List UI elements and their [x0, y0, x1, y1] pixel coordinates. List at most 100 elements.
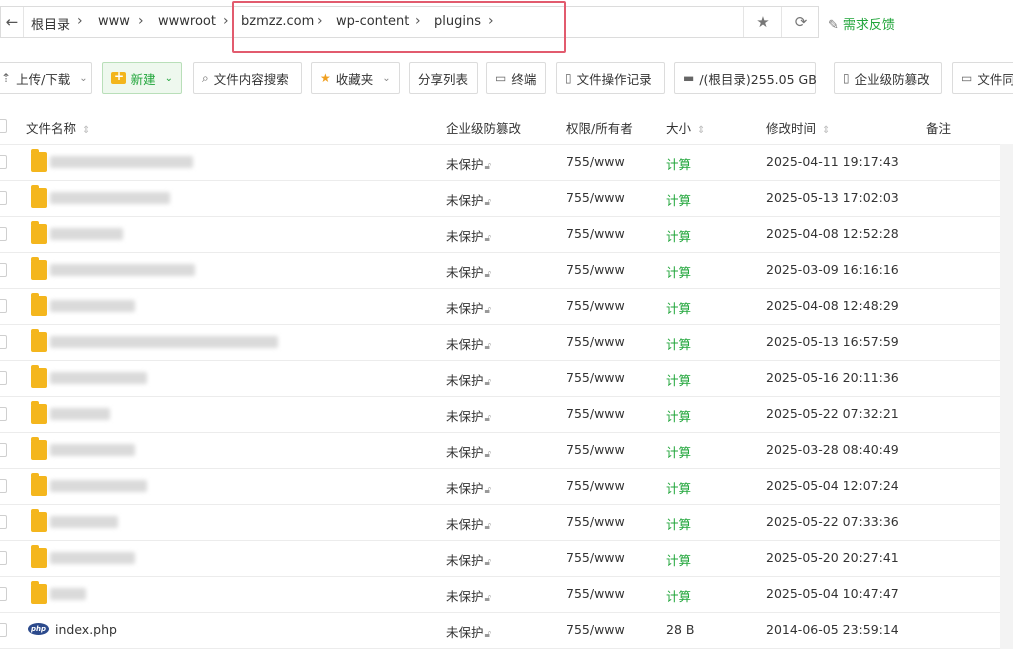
content-search-button[interactable]: ⌕ 文件内容搜索	[193, 62, 302, 94]
row-checkbox[interactable]	[0, 479, 7, 493]
row-checkbox[interactable]	[0, 407, 7, 421]
permission-owner[interactable]: 755/www	[566, 334, 625, 349]
protect-status[interactable]: 未保护🔓︎	[446, 190, 491, 209]
permission-owner[interactable]: 755/www	[566, 586, 625, 601]
permission-owner[interactable]: 755/www	[566, 550, 625, 565]
file-sync-button[interactable]: ▭ 文件同	[952, 62, 1013, 94]
permission-owner[interactable]: 755/www	[566, 262, 625, 277]
protect-status[interactable]: 未保护🔓︎	[446, 442, 491, 461]
file-name-redacted[interactable]	[50, 372, 147, 384]
table-row[interactable]: 未保护🔓︎ 755/www 计算 2025-03-28 08:40:49	[0, 432, 1013, 469]
protect-status[interactable]: 未保护🔓︎	[446, 334, 491, 353]
permission-owner[interactable]: 755/www	[566, 406, 625, 421]
row-checkbox[interactable]	[0, 443, 7, 457]
file-name-redacted[interactable]	[50, 588, 86, 600]
file-name-redacted[interactable]	[50, 444, 135, 456]
protect-status[interactable]: 未保护🔓︎	[446, 262, 491, 281]
calculate-size-link[interactable]: 计算	[666, 334, 691, 353]
table-row[interactable]: 未保护🔓︎ 755/www 计算 2025-05-20 20:27:41	[0, 540, 1013, 577]
permission-owner[interactable]: 755/www	[566, 190, 625, 205]
file-name-redacted[interactable]	[50, 408, 110, 420]
file-name-redacted[interactable]	[50, 336, 278, 348]
table-row[interactable]: 未保护🔓︎ 755/www 计算 2025-04-08 12:48:29	[0, 288, 1013, 325]
calculate-size-link[interactable]: 计算	[666, 190, 691, 209]
breadcrumb-item-root[interactable]: 根目录	[31, 14, 70, 33]
scrollbar[interactable]	[1000, 144, 1013, 649]
calculate-size-link[interactable]: 计算	[666, 262, 691, 281]
permission-owner[interactable]: 755/www	[566, 154, 625, 169]
permission-owner[interactable]: 755/www	[566, 298, 625, 313]
row-checkbox[interactable]	[0, 623, 7, 637]
calculate-size-link[interactable]: 计算	[666, 478, 691, 497]
protect-status[interactable]: 未保护🔓︎	[446, 370, 491, 389]
row-checkbox[interactable]	[0, 551, 7, 565]
row-checkbox[interactable]	[0, 335, 7, 349]
row-checkbox[interactable]	[0, 587, 7, 601]
breadcrumb-item-wwwroot[interactable]: wwwroot	[158, 14, 216, 29]
permission-owner[interactable]: 755/www	[566, 226, 625, 241]
permission-owner[interactable]: 755/www	[566, 370, 625, 385]
calculate-size-link[interactable]: 计算	[666, 442, 691, 461]
calculate-size-link[interactable]: 计算	[666, 586, 691, 605]
file-name-redacted[interactable]	[50, 228, 123, 240]
tamper-protect-button[interactable]: ▯ 企业级防篡改	[834, 62, 942, 94]
calculate-size-link[interactable]: 计算	[666, 514, 691, 533]
file-name-redacted[interactable]	[50, 156, 193, 168]
file-name-redacted[interactable]	[50, 300, 135, 312]
table-row[interactable]: 未保护🔓︎ 755/www 计算 2025-04-08 12:52:28	[0, 216, 1013, 253]
file-name-redacted[interactable]	[50, 516, 118, 528]
table-row[interactable]: 未保护🔓︎ 755/www 计算 2025-05-22 07:33:36	[0, 504, 1013, 541]
arrow-left-icon[interactable]: ←	[1, 7, 24, 37]
permission-owner[interactable]: 755/www	[566, 514, 625, 529]
table-row[interactable]: php index.php 未保护🔓︎ 755/www 28 B 2014-06-05 2…	[0, 612, 1013, 649]
calculate-size-link[interactable]: 计算	[666, 298, 691, 317]
table-row[interactable]: 未保护🔓︎ 755/www 计算 2025-05-22 07:32:21	[0, 396, 1013, 433]
operation-log-button[interactable]: ▯ 文件操作记录	[556, 62, 665, 94]
protect-status[interactable]: 未保护🔓︎	[446, 514, 491, 533]
table-row[interactable]: 未保护🔓︎ 755/www 计算 2025-05-04 12:07:24	[0, 468, 1013, 505]
feedback-link[interactable]: ✎ 需求反馈	[828, 14, 895, 33]
table-row[interactable]: 未保护🔓︎ 755/www 计算 2025-05-04 10:47:47	[0, 576, 1013, 613]
calculate-size-link[interactable]: 计算	[666, 154, 691, 173]
file-name-redacted[interactable]	[50, 264, 195, 276]
row-checkbox[interactable]	[0, 191, 7, 205]
permission-owner[interactable]: 755/www	[566, 442, 625, 457]
table-row[interactable]: 未保护🔓︎ 755/www 计算 2025-05-16 20:11:36	[0, 360, 1013, 397]
new-button[interactable]: 新建 ⌄	[102, 62, 182, 94]
column-header-size[interactable]: 大小 ⇕	[666, 118, 705, 137]
calculate-size-link[interactable]: 计算	[666, 550, 691, 569]
column-header-name[interactable]: 文件名称 ⇕	[26, 118, 90, 137]
protect-status[interactable]: 未保护🔓︎	[446, 622, 491, 641]
protect-status[interactable]: 未保护🔓︎	[446, 550, 491, 569]
table-row[interactable]: 未保护🔓︎ 755/www 计算 2025-05-13 16:57:59	[0, 324, 1013, 361]
disk-button[interactable]: ▬ /(根目录)255.05 GB	[674, 62, 817, 94]
protect-status[interactable]: 未保护🔓︎	[446, 586, 491, 605]
protect-status[interactable]: 未保护🔓︎	[446, 478, 491, 497]
row-checkbox[interactable]	[0, 515, 7, 529]
protect-status[interactable]: 未保护🔓︎	[446, 226, 491, 245]
table-row[interactable]: 未保护🔓︎ 755/www 计算 2025-03-09 16:16:16	[0, 252, 1013, 289]
file-name-redacted[interactable]	[50, 192, 170, 204]
table-row[interactable]: 未保护🔓︎ 755/www 计算 2025-05-13 17:02:03	[0, 180, 1013, 217]
file-name[interactable]: index.php	[55, 622, 117, 637]
select-all-checkbox[interactable]	[0, 119, 7, 133]
permission-owner[interactable]: 755/www	[566, 478, 625, 493]
star-icon[interactable]: ★	[743, 7, 782, 37]
calculate-size-link[interactable]: 计算	[666, 226, 691, 245]
permission-owner[interactable]: 755/www	[566, 622, 625, 637]
protect-status[interactable]: 未保护🔓︎	[446, 406, 491, 425]
calculate-size-link[interactable]: 计算	[666, 370, 691, 389]
protect-status[interactable]: 未保护🔓︎	[446, 298, 491, 317]
file-name-redacted[interactable]	[50, 480, 147, 492]
row-checkbox[interactable]	[0, 227, 7, 241]
upload-download-button[interactable]: ⇡ 上传/下载 ⌄	[0, 62, 92, 94]
terminal-button[interactable]: ▭ 终端	[486, 62, 546, 94]
row-checkbox[interactable]	[0, 371, 7, 385]
share-list-button[interactable]: 分享列表	[409, 62, 478, 94]
calculate-size-link[interactable]: 计算	[666, 406, 691, 425]
column-header-mtime[interactable]: 修改时间 ⇕	[766, 118, 830, 137]
favorites-button[interactable]: ★ 收藏夹 ⌄	[311, 62, 400, 94]
row-checkbox[interactable]	[0, 263, 7, 277]
protect-status[interactable]: 未保护🔓︎	[446, 154, 491, 173]
breadcrumb-item-www[interactable]: www	[98, 14, 130, 29]
